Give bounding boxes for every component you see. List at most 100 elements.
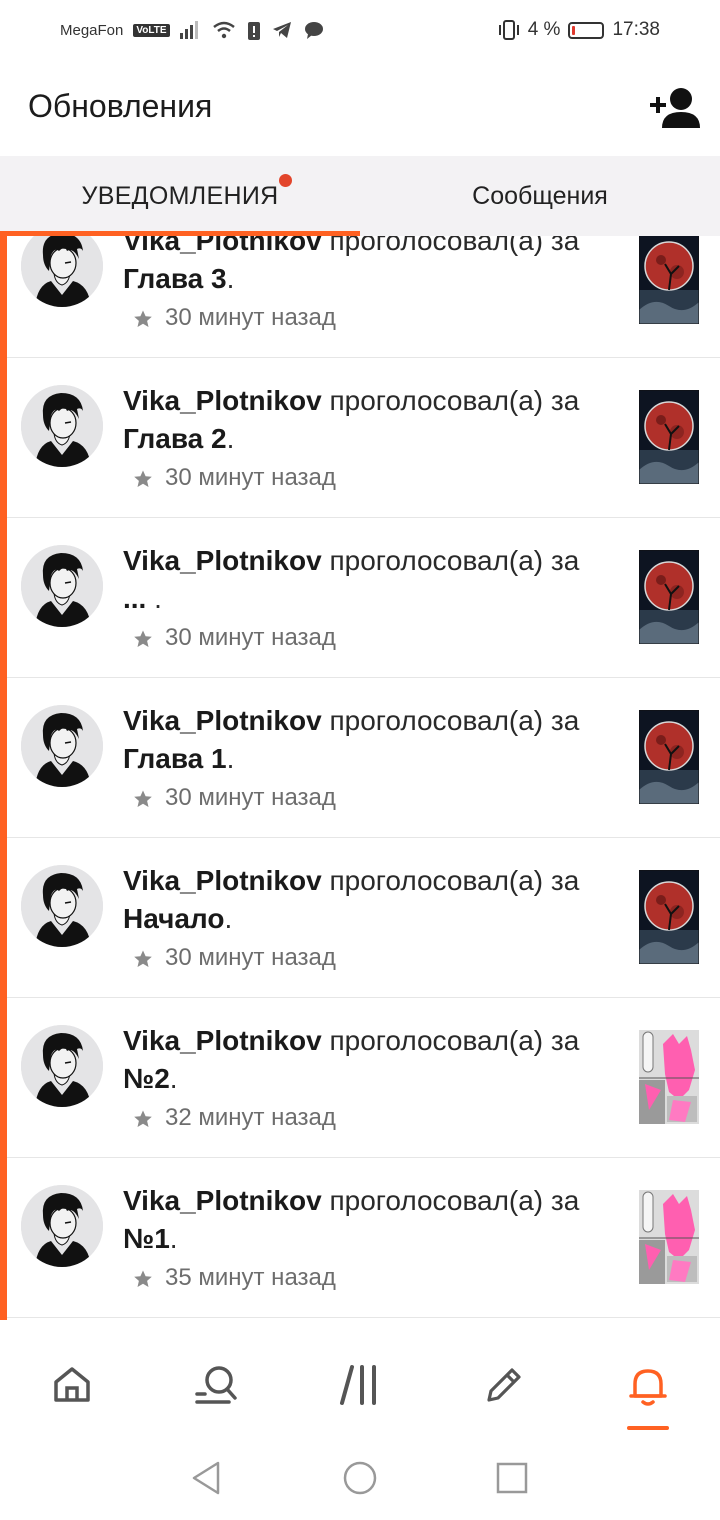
notification-feed[interactable]: Vika_Plotnikov проголосовал(а) за Глава … [0,236,720,1320]
notification-text: Vika_Plotnikov проголосовал(а) за Глава … [123,382,603,458]
signal-icon [179,21,198,39]
username-link[interactable]: Vika_Plotnikov [123,236,322,256]
back-triangle-icon [192,1461,220,1495]
app-header: Обновления [0,62,720,156]
wifi-icon [212,21,235,39]
star-icon [133,948,153,968]
star-icon [133,788,153,808]
notification-text: Vika_Plotnikov проголосовал(а) за Глава … [123,702,603,778]
notification-item[interactable]: Vika_Plotnikov проголосовал(а) за Глава … [7,236,720,358]
username-link[interactable]: Vika_Plotnikov [123,705,322,736]
notification-item[interactable]: Vika_Plotnikov проголосовал(а) за Начало… [7,838,720,998]
username-link[interactable]: Vika_Plotnikov [123,385,322,416]
write-icon [487,1368,521,1402]
search-icon [195,1366,237,1404]
system-back-button[interactable] [186,1458,226,1498]
action-text: проголосовал(а) за [321,385,580,416]
timestamp-row: 30 минут назад [133,944,336,972]
notification-item[interactable]: Vika_Plotnikov проголосовал(а) за №1. 35 … [7,1158,720,1318]
nav-search[interactable] [144,1364,288,1424]
username-link[interactable]: Vika_Plotnikov [123,545,322,576]
action-text: проголосовал(а) за [321,705,580,736]
nav-notifications[interactable] [576,1364,720,1424]
chapter-link[interactable]: №1 [123,1223,170,1254]
tab-bar: УВЕДОМЛЕНИЯ Сообщения [0,156,720,236]
story-cover-thumbnail[interactable] [639,236,699,324]
story-cover-thumbnail[interactable] [639,1190,699,1284]
timestamp-row: 35 минут назад [133,1264,336,1292]
alert-icon [247,22,260,40]
tab-messages-label: Сообщения [472,181,608,210]
action-text: проголосовал(а) за [321,236,580,256]
system-home-button[interactable] [340,1458,380,1498]
story-cover-thumbnail[interactable] [639,1030,699,1124]
chapter-link[interactable]: №2 [123,1063,170,1094]
timestamp: 30 минут назад [165,304,336,331]
avatar[interactable] [21,385,103,467]
story-cover-thumbnail[interactable] [639,870,699,964]
nav-home[interactable] [0,1364,144,1424]
add-user-button[interactable] [650,86,700,130]
punctuation: . [169,1223,178,1254]
story-cover-thumbnail[interactable] [639,550,699,644]
timestamp-row: 32 минут назад [133,1104,336,1132]
chapter-link[interactable]: Начало [123,903,224,934]
avatar[interactable] [21,865,103,947]
star-icon [133,628,153,648]
story-cover-thumbnail[interactable] [639,710,699,804]
notification-item[interactable]: Vika_Plotnikov проголосовал(а) за Глава … [7,358,720,518]
avatar[interactable] [21,1185,103,1267]
volte-badge: VoLTE [133,23,170,37]
username-link[interactable]: Vika_Plotnikov [123,1025,322,1056]
notification-item[interactable]: Vika_Plotnikov проголосовал(а) за ... .3… [7,518,720,678]
chapter-link[interactable]: Глава 2 [123,423,227,454]
bottom-nav [0,1320,720,1440]
nav-library[interactable] [288,1364,432,1424]
action-text: проголосовал(а) за [321,545,580,576]
action-text: проголосовал(а) за [321,1025,580,1056]
battery-icon [568,21,605,39]
notification-text: Vika_Plotnikov проголосовал(а) за №1. [123,1182,603,1258]
tab-messages[interactable]: Сообщения [360,156,720,236]
unread-badge [279,174,292,187]
home-icon [54,1367,90,1402]
username-link[interactable]: Vika_Plotnikov [123,865,322,896]
notification-item[interactable]: Vika_Plotnikov проголосовал(а) за №2. 32 … [7,998,720,1158]
action-text: проголосовал(а) за [321,865,580,896]
home-circle-icon [343,1461,377,1495]
notification-text: Vika_Plotnikov проголосовал(а) за ... . [123,542,603,618]
avatar[interactable] [21,545,103,627]
notification-text: Vika_Plotnikov проголосовал(а) за Начало… [123,862,603,938]
username-link[interactable]: Vika_Plotnikov [123,1185,322,1216]
timestamp-row: 30 минут назад [133,784,336,812]
star-icon [133,1268,153,1288]
system-recents-button[interactable] [492,1458,532,1498]
notification-item[interactable]: Vika_Plotnikov проголосовал(а) за Глава … [7,678,720,838]
action-text: проголосовал(а) за [321,1185,580,1216]
star-icon [133,308,153,328]
star-icon [133,468,153,488]
chapter-link[interactable]: ... [123,583,146,614]
notification-text: Vika_Plotnikov проголосовал(а) за Глава … [123,236,603,298]
chapter-link[interactable]: Глава 3 [123,263,227,294]
chapter-link[interactable]: Глава 1 [123,743,227,774]
avatar[interactable] [21,705,103,787]
status-bar: MegaFon VoLTE 4 % 17:38 [0,0,720,62]
punctuation: . [146,583,162,614]
tab-notifications[interactable]: УВЕДОМЛЕНИЯ [0,156,360,236]
timestamp: 30 минут назад [165,624,336,651]
battery-fill [572,25,576,35]
avatar[interactable] [21,1025,103,1107]
add-user-icon [650,88,700,128]
timestamp: 35 минут назад [165,1264,336,1291]
scroll-accent-bar [0,236,7,1320]
battery-percent: 4 % [527,19,561,40]
story-cover-thumbnail[interactable] [639,390,699,484]
nav-write[interactable] [432,1364,576,1424]
avatar[interactable] [21,236,103,307]
timestamp: 30 минут назад [165,464,336,491]
timestamp-row: 30 минут назад [133,624,336,652]
telegram-icon [272,22,291,38]
timestamp: 30 минут назад [165,944,336,971]
tab-notifications-label: УВЕДОМЛЕНИЯ [81,181,279,210]
